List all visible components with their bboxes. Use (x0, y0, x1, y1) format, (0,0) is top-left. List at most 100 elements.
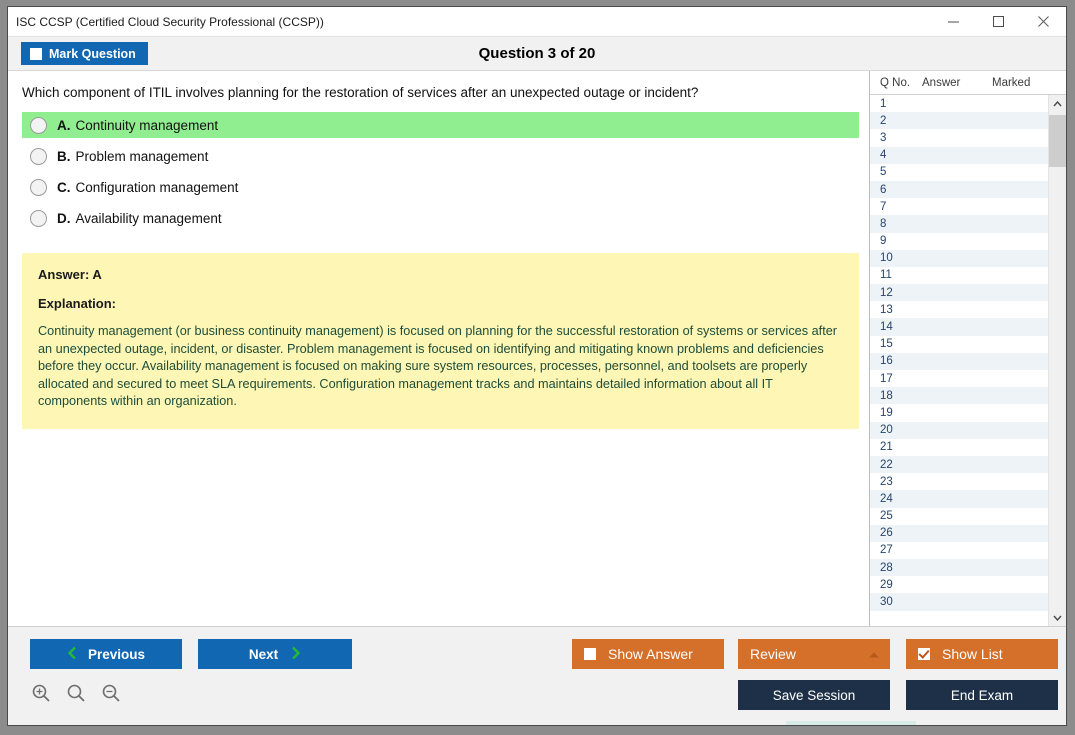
end-exam-button[interactable]: End Exam (906, 680, 1058, 710)
table-row[interactable]: 18 (870, 387, 1048, 405)
cell-question-number: 27 (880, 544, 893, 557)
table-row[interactable]: 2 (870, 112, 1048, 130)
cell-question-number: 14 (880, 321, 893, 334)
option-letter-b: B. (57, 148, 71, 164)
table-row[interactable]: 19 (870, 404, 1048, 421)
minimize-icon[interactable] (931, 7, 976, 36)
table-row[interactable]: 6 (870, 180, 1048, 199)
options-list: A. Continuity management B. Problem mana… (8, 112, 869, 236)
option-row-a[interactable]: A. Continuity management (22, 112, 859, 139)
end-exam-label: End Exam (950, 687, 1014, 703)
table-row[interactable]: 29 (870, 576, 1048, 593)
chevron-left-icon (67, 646, 78, 663)
zoom-out-icon[interactable] (98, 680, 124, 706)
option-row-b[interactable]: B. Problem management (22, 143, 859, 169)
table-row[interactable]: 10 (870, 249, 1048, 267)
table-row[interactable]: 8 (870, 215, 1048, 233)
table-row[interactable]: 30 (870, 593, 1048, 611)
column-header-answer: Answer (922, 76, 961, 89)
question-header-bar: Mark Question Question 3 of 20 (8, 37, 1066, 71)
column-header-qno: Q No. (880, 76, 911, 89)
table-row[interactable]: 12 (870, 284, 1048, 302)
table-row[interactable]: 24 (870, 490, 1048, 508)
cell-question-number: 19 (880, 406, 893, 419)
cell-question-number: 6 (880, 183, 887, 196)
show-list-checkbox-icon[interactable] (918, 648, 930, 660)
table-row[interactable]: 22 (870, 455, 1048, 474)
table-row[interactable]: 1 (870, 95, 1048, 112)
show-answer-checkbox-icon[interactable] (584, 648, 596, 660)
save-session-label: Save Session (772, 687, 856, 703)
table-row[interactable]: 5 (870, 164, 1048, 181)
window-title: ISC CCSP (Certified Cloud Security Profe… (16, 14, 324, 29)
cell-question-number: 18 (880, 389, 893, 402)
show-list-button[interactable]: Show List (906, 639, 1058, 669)
scrollbar-track[interactable] (1049, 112, 1066, 609)
mark-question-checkbox-icon[interactable] (30, 47, 42, 60)
cell-question-number: 17 (880, 372, 893, 385)
cell-question-number: 16 (880, 355, 893, 368)
question-list-body: 1 2 3 4 5 6 7 8 9 10 11 12 13 14 15 16 17 18 19 20 21 22 23 24 2… (870, 95, 1066, 626)
table-row[interactable]: 25 (870, 508, 1048, 525)
table-row[interactable]: 20 (870, 421, 1048, 439)
option-label-d: Availability management (75, 210, 222, 226)
table-row[interactable]: 16 (870, 352, 1048, 370)
show-answer-button[interactable]: Show Answer (572, 639, 724, 669)
next-button[interactable]: Next (198, 639, 352, 669)
show-list-label: Show List (942, 646, 1003, 662)
table-row[interactable]: 27 (870, 542, 1048, 559)
scroll-up-icon[interactable] (1049, 95, 1066, 112)
table-row[interactable]: 17 (870, 370, 1048, 387)
cell-question-number: 15 (880, 338, 893, 351)
table-row[interactable]: 7 (870, 198, 1048, 215)
mark-question-button[interactable]: Mark Question (21, 42, 148, 65)
table-row[interactable]: 26 (870, 524, 1048, 542)
explanation-heading: Explanation: (38, 296, 117, 312)
cell-question-number: 30 (880, 596, 893, 609)
chevron-right-icon (290, 646, 301, 663)
table-row[interactable]: 9 (870, 233, 1048, 250)
close-icon[interactable] (1021, 7, 1066, 36)
zoom-reset-icon[interactable] (63, 680, 89, 706)
table-row[interactable]: 23 (870, 473, 1048, 490)
radio-icon-d[interactable] (30, 209, 47, 227)
table-row[interactable]: 4 (870, 146, 1048, 164)
option-row-d[interactable]: D. Availability management (22, 205, 859, 231)
option-label-a: Continuity management (75, 117, 219, 133)
radio-icon-c[interactable] (30, 178, 47, 196)
table-row[interactable]: 21 (870, 439, 1048, 456)
cell-question-number: 2 (880, 114, 887, 127)
table-row[interactable]: 14 (870, 318, 1048, 336)
table-row[interactable]: 11 (870, 267, 1048, 284)
cell-question-number: 9 (880, 235, 887, 248)
question-list[interactable]: 1 2 3 4 5 6 7 8 9 10 11 12 13 14 15 16 17 18 19 20 21 22 23 24 2… (870, 95, 1048, 626)
column-header-marked: Marked (992, 76, 1031, 89)
option-row-c[interactable]: C. Configuration management (22, 174, 859, 200)
previous-button[interactable]: Previous (30, 639, 182, 669)
app-root: ISC CCSP (Certified Cloud Security Profe… (0, 0, 1075, 735)
table-row[interactable]: 28 (870, 559, 1048, 577)
scroll-down-icon[interactable] (1049, 609, 1066, 626)
review-dropdown[interactable]: Review (738, 639, 890, 669)
maximize-icon[interactable] (976, 7, 1021, 36)
table-row[interactable]: 15 (870, 336, 1048, 353)
radio-icon-a[interactable] (30, 116, 47, 134)
cell-question-number: 12 (880, 286, 893, 299)
cell-question-number: 22 (880, 458, 893, 471)
cell-question-number: 10 (880, 252, 893, 265)
cell-question-number: 7 (880, 200, 887, 213)
zoom-tools (28, 680, 124, 706)
mark-question-label: Mark Question (49, 46, 136, 61)
table-row[interactable]: 13 (870, 301, 1048, 318)
radio-icon-b[interactable] (30, 147, 47, 165)
table-row[interactable]: 3 (870, 129, 1048, 146)
question-list-scrollbar[interactable] (1048, 95, 1066, 626)
previous-label: Previous (87, 646, 146, 662)
scrollbar-thumb[interactable] (1049, 115, 1066, 167)
zoom-in-icon[interactable] (28, 680, 54, 706)
show-answer-label: Show Answer (608, 646, 693, 662)
cell-question-number: 20 (880, 424, 893, 437)
save-session-button[interactable]: Save Session (738, 680, 890, 710)
cell-question-number: 4 (880, 149, 887, 162)
cell-question-number: 3 (880, 131, 887, 144)
